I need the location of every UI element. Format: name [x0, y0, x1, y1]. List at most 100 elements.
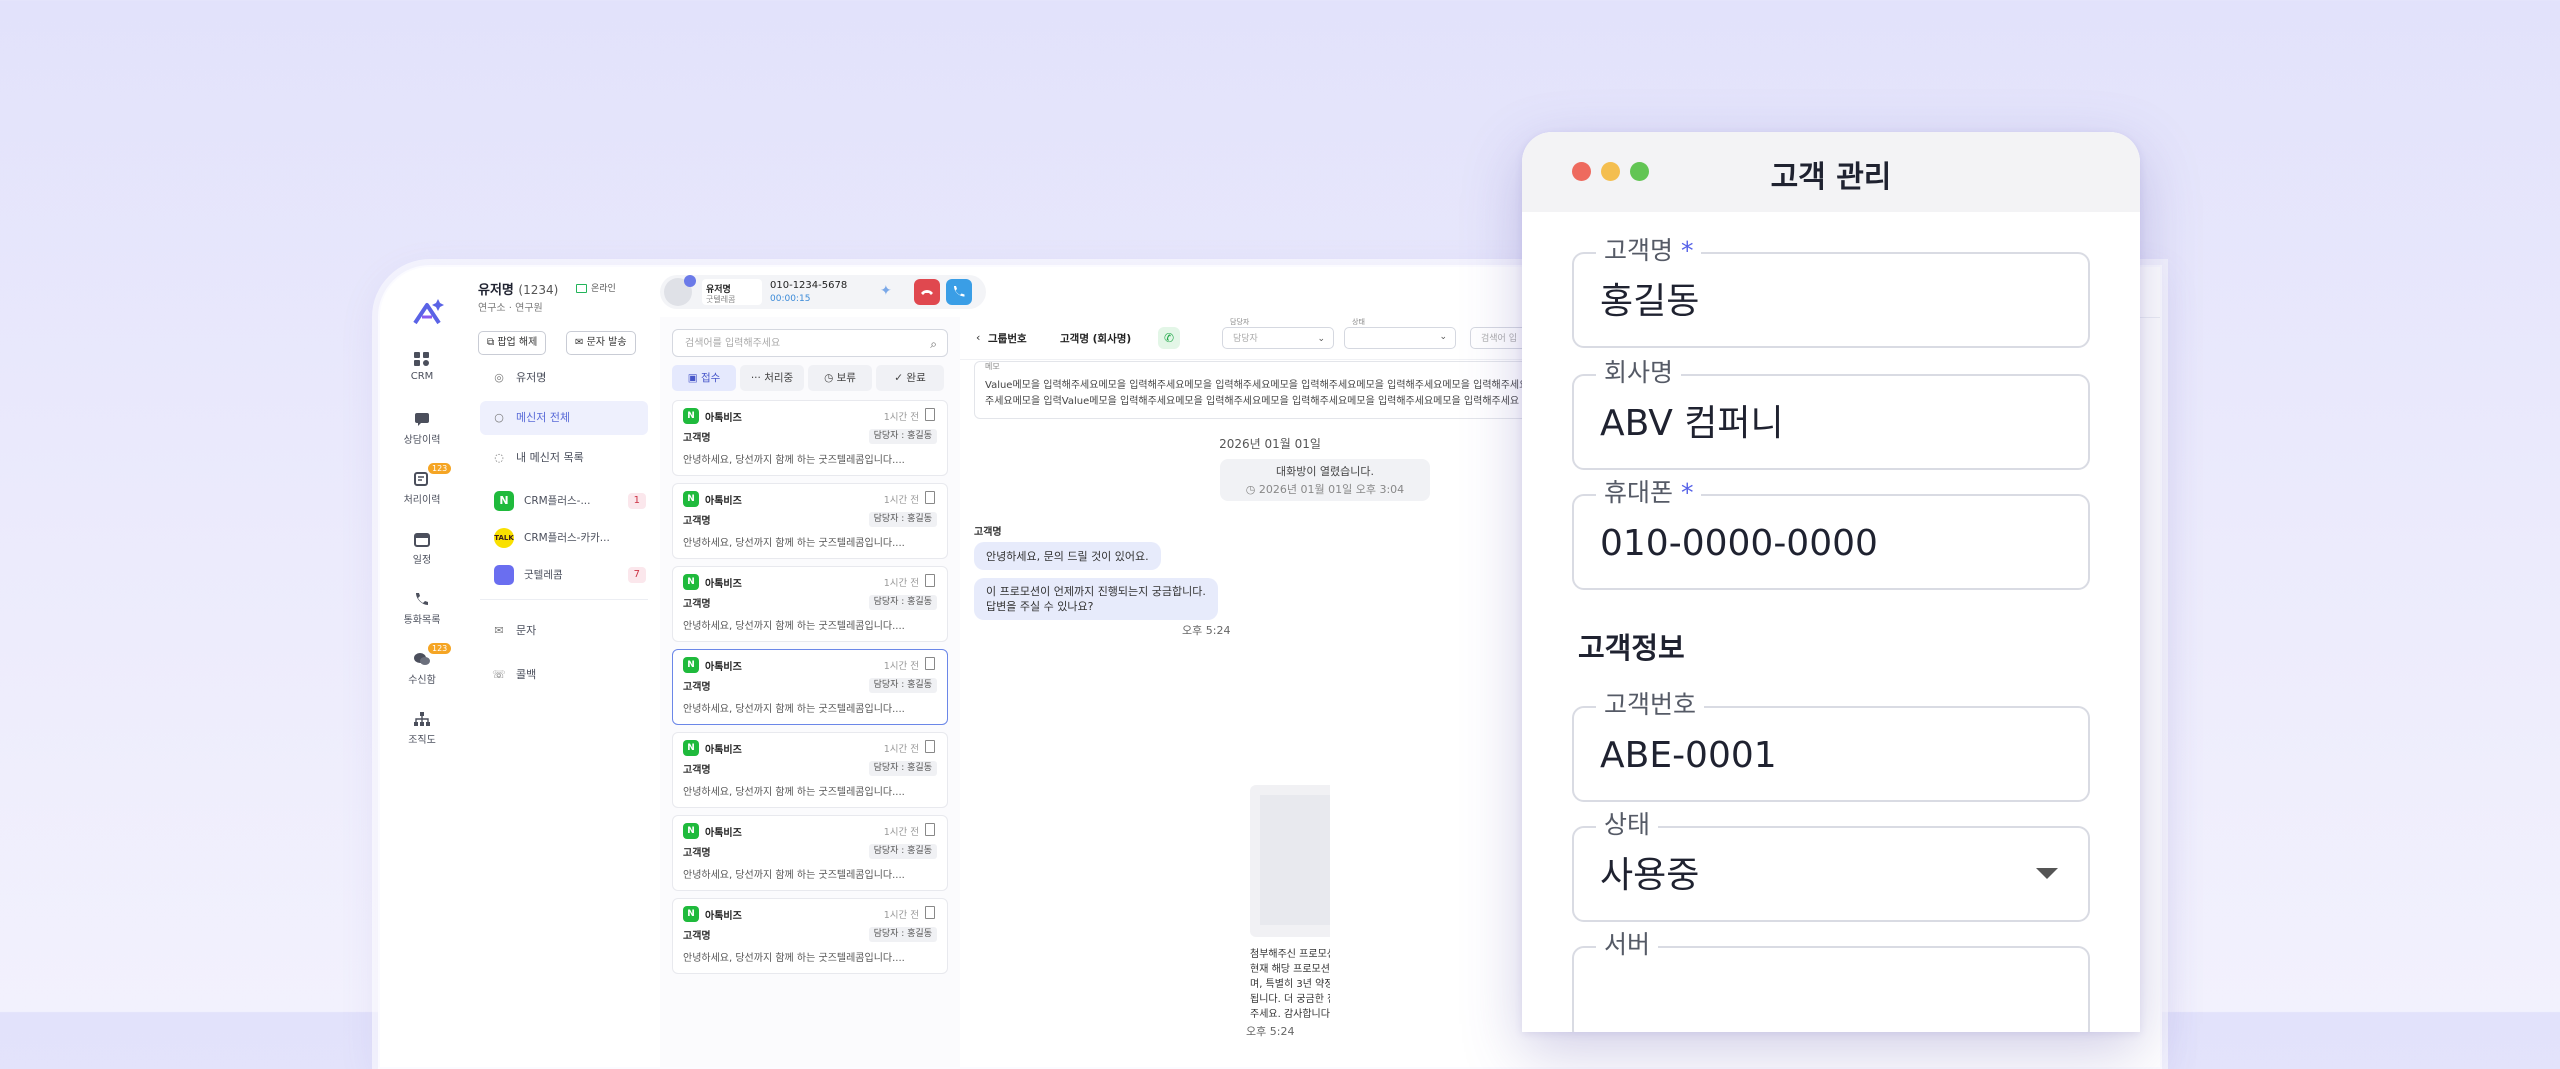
memo-label: 메모: [985, 362, 1000, 371]
tab-hold[interactable]: ◷ 보류: [808, 365, 872, 391]
customer-name: 고객명: [683, 931, 711, 942]
callback-icon: ☏: [492, 668, 506, 681]
bookmark-icon[interactable]: [925, 574, 935, 587]
conversation-card[interactable]: N 아톡비즈 1시간 전 고객명 담당자 : 홍길동 안녕하세요, 당선까지 함께 하는 …: [672, 815, 948, 891]
manager-select[interactable]: 담당자 ⌄: [1222, 327, 1334, 349]
tab-received[interactable]: ▣ 접수: [672, 365, 736, 391]
reply-message: 첨부해주신 프로모션 현재 해당 프로모션 며, 특별히 3년 약정 됩니다. 더 궁…: [1250, 949, 1330, 1020]
rail-process-history[interactable]: 123 처리이력: [380, 463, 464, 506]
channel-name: 아톡비즈: [705, 413, 742, 424]
customer-name: 고객명: [683, 765, 711, 776]
message-bubble: 이 프로모션이 언제까지 진행되는지 궁금합니다. 답변을 주실 수 있나요?: [974, 578, 1218, 620]
conversation-card[interactable]: N 아톡비즈 1시간 전 고객명 담당자 : 홍길동 안녕하세요, 당선까지 함께 하는 …: [672, 483, 948, 559]
conversation-search-input[interactable]: 검색어를 입력해주세요 ⌕: [672, 329, 948, 357]
bookmark-icon[interactable]: [925, 408, 935, 421]
notice-text: 대화방이 열렸습니다.: [1275, 465, 1375, 478]
tab-done[interactable]: ✓ 완료: [876, 365, 944, 391]
phone-transfer-icon: [954, 286, 965, 297]
app-logo-icon: [413, 299, 444, 325]
conversation-list: 검색어를 입력해주세요 ⌕ ▣ 접수 ··· 처리중 ◷ 보류 ✓ 완료 N 아톡…: [660, 317, 1235, 1067]
rail-inbox[interactable]: 123 수신함: [380, 643, 464, 686]
customer-number-field[interactable]: 고객번호 ABE-0001: [1572, 689, 2090, 802]
company-name-field[interactable]: 회사명 ABV 컴퍼니: [1572, 357, 2090, 470]
menu-my-messenger[interactable]: ◌ 내 메신저 목록: [480, 441, 648, 475]
naver-icon: N: [683, 574, 699, 590]
caller-box: 유저명 굿텔레콤: [702, 279, 762, 305]
caller-company: 굿텔레콤: [706, 295, 736, 304]
card-message: 안녕하세요, 당선까지 함께 하는 굿즈텔레콤입니다....: [683, 953, 905, 964]
call-phone: 010-1234-5678: [770, 280, 848, 291]
server-field[interactable]: 서버: [1572, 929, 2090, 1032]
kakao-talk-icon: TALK: [494, 528, 514, 548]
section-title: 고객정보: [1578, 631, 1685, 665]
conversation-card[interactable]: N 아톡비즈 1시간 전 고객명 담당자 : 홍길동 안녕하세요, 당선까지 함께 하는 …: [672, 566, 948, 642]
hangup-button[interactable]: [914, 279, 940, 305]
org-chart-icon: [414, 712, 430, 726]
popup-release-button[interactable]: ⧉ 팝업 해제: [478, 331, 547, 355]
status-select[interactable]: ⌄: [1344, 327, 1456, 349]
card-time: 1시간 전: [883, 744, 919, 755]
rail-label: 처리이력: [403, 495, 441, 506]
field-value: ABE-0001: [1600, 735, 1777, 776]
naver-icon: N: [683, 740, 699, 756]
channel-goodtelecom[interactable]: 굿텔레콤 7: [494, 562, 650, 588]
tab-processing[interactable]: ··· 처리중: [740, 365, 804, 391]
customer-name: 고객명: [683, 433, 711, 444]
conversation-card[interactable]: N 아톡비즈 1시간 전 고객명 담당자 : 홍길동 안녕하세요, 당선까지 함께 하는 …: [672, 898, 948, 974]
card-message: 안녕하세요, 당선까지 함께 하는 굿즈텔레콤입니다....: [683, 455, 905, 466]
caret-down-icon: [2036, 868, 2058, 879]
channel-name: 아톡비즈: [705, 579, 742, 590]
chat-header: ‹ 그룹번호 고객명 (회사명) ✆ 담당자 담당자 ⌄ 상태 ⌄ 검색어 입: [960, 317, 1580, 360]
rail-consult-history[interactable]: 상담이력: [380, 411, 464, 446]
conversation-card[interactable]: N 아톡비즈 1시간 전 고객명 담당자 : 홍길동 안녕하세요, 당선까지 함께 하는 …: [672, 400, 948, 476]
card-message: 안녕하세요, 당선까지 함께 하는 굿즈텔레콤입니다....: [683, 870, 905, 881]
message-time: 오후 5:24: [1182, 624, 1231, 637]
customer-name-field[interactable]: 고객명 * 홍길동: [1572, 235, 2090, 348]
chat-panel: ‹ 그룹번호 고객명 (회사명) ✆ 담당자 담당자 ⌄ 상태 ⌄ 검색어 입 메…: [960, 317, 2120, 1067]
manager-label: 담당자: [1230, 318, 1250, 326]
manager-badge: 담당자 : 홍길동: [868, 927, 937, 942]
menu-callback[interactable]: ☏ 콜백: [480, 658, 648, 692]
message-bubble: 안녕하세요, 문의 드릴 것이 있어요.: [974, 542, 1161, 570]
bookmark-icon[interactable]: [925, 657, 935, 670]
sender-name: 고객명: [974, 527, 1002, 538]
rail-org-chart[interactable]: 조직도: [380, 711, 464, 746]
channel-name: 아톡비즈: [705, 911, 742, 922]
sms-send-button[interactable]: ✉ 문자 발송: [566, 331, 636, 355]
modal-titlebar: 고객 관리: [1522, 132, 2140, 212]
mail-icon: ✉: [494, 624, 504, 637]
conversation-card[interactable]: N 아톡비즈 1시간 전 고객명 담당자 : 홍길동 안녕하세요, 당선까지 함께 하는 …: [672, 732, 948, 808]
rail-schedule[interactable]: 일정: [380, 531, 464, 566]
status-select[interactable]: 상태 사용중: [1572, 809, 2090, 922]
bookmark-icon[interactable]: [925, 823, 935, 836]
attachment-preview[interactable]: [1250, 785, 1330, 937]
rail-call-list[interactable]: 통화목록: [380, 591, 464, 626]
menu-user[interactable]: ◎ 유저명: [480, 361, 648, 395]
channel-name: 아톡비즈: [705, 745, 742, 756]
messenger-sidebar: ⧉ 팝업 해제 ✉ 문자 발송 ◎ 유저명 ○ 메신저 전체 ◌ 내 메신저 목록 N…: [464, 317, 661, 1067]
channel-crm-kakao[interactable]: TALK CRM플러스-카카...: [494, 525, 650, 551]
user-circle-icon: ◎: [494, 371, 504, 384]
naver-icon: N: [683, 823, 699, 839]
transfer-call-button[interactable]: [946, 279, 972, 305]
bookmark-icon[interactable]: [925, 491, 935, 504]
menu-all-messenger[interactable]: ○ 메신저 전체: [480, 401, 648, 435]
chevron-down-icon: ⌄: [1317, 334, 1325, 344]
card-time: 1시간 전: [883, 412, 919, 423]
field-value: 010-0000-0000: [1600, 523, 1878, 564]
channel-crm-naver[interactable]: N CRM플러스-... 1: [494, 488, 650, 514]
back-chevron-icon[interactable]: ‹: [976, 331, 980, 344]
call-button[interactable]: ✆: [1158, 327, 1180, 349]
field-value: 홍길동: [1600, 281, 1700, 322]
menu-sms[interactable]: ✉ 문자: [480, 614, 648, 648]
conversation-card[interactable]: N 아톡비즈 1시간 전 고객명 담당자 : 홍길동 안녕하세요, 당선까지 함께 하는 …: [672, 649, 948, 725]
bookmark-icon[interactable]: [925, 906, 935, 919]
online-status[interactable]: 온라인: [576, 281, 616, 294]
bookmark-icon[interactable]: [925, 740, 935, 753]
memo-box[interactable]: 메모 Value메모을 입력해주세요메모을 입력해주세요메모을 입력해주세요메모…: [974, 361, 1575, 419]
rail-crm[interactable]: CRM: [380, 351, 464, 382]
mobile-phone-field[interactable]: 휴대폰 * 010-0000-0000: [1572, 477, 2090, 590]
user-name: 유저명 (1234): [478, 283, 559, 298]
modal-title: 고객 관리: [1770, 160, 1892, 195]
card-time: 1시간 전: [883, 827, 919, 838]
